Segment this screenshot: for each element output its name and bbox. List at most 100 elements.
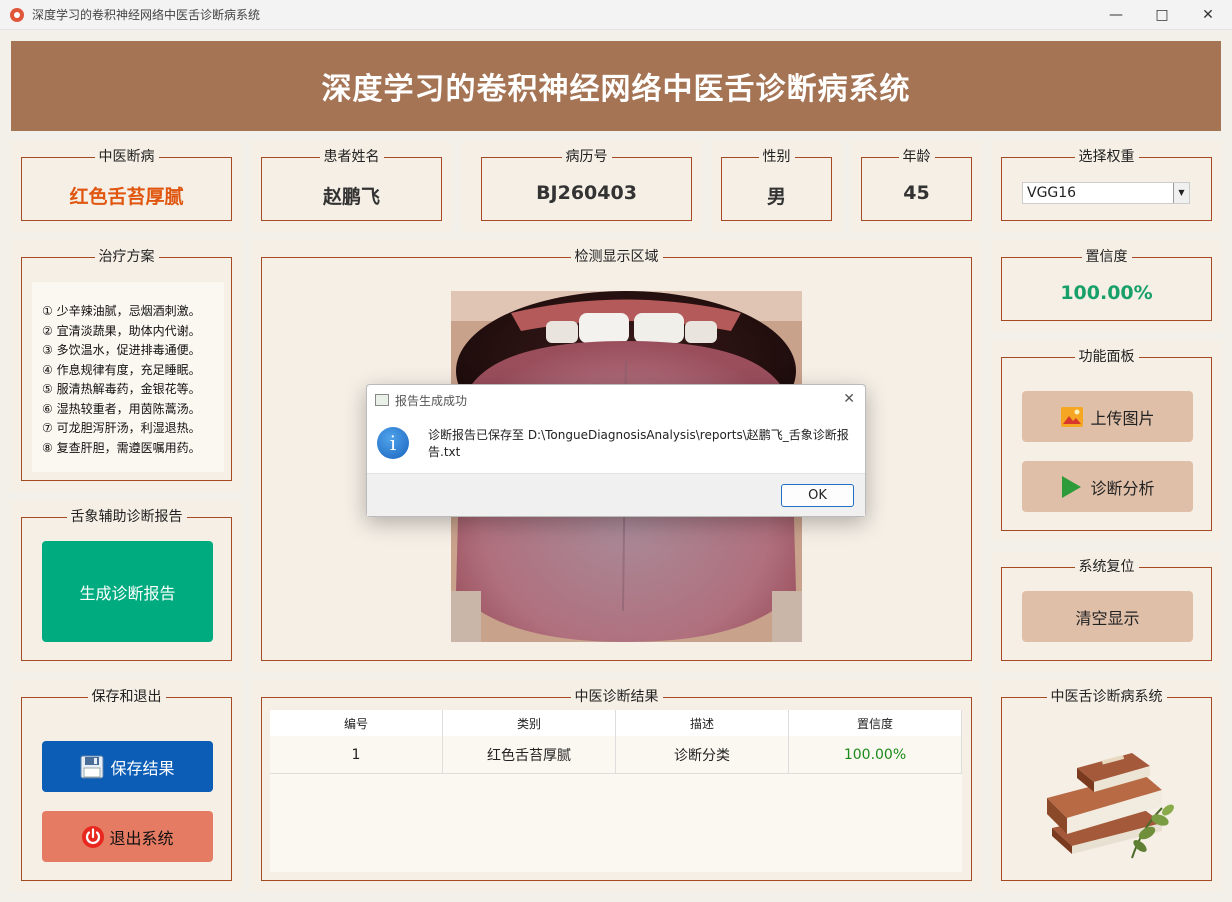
detection-label: 检测显示区域 [570,249,663,265]
functions-label: 功能面板 [1074,349,1139,365]
treatment-item: ④ 作息规律有度，充足睡眠。 [42,362,201,377]
dialog-message: 诊断报告已保存至 D:\TongueDiagnosisAnalysis\repo… [428,428,849,459]
dialog-footer: OK [367,473,865,516]
close-icon[interactable]: ✕ [843,391,855,407]
diagnosis-value: 红色舌苔厚腻 [69,186,184,208]
weights-card: 选择权重 VGG16 ▼ [991,141,1222,231]
exit-system-label: 退出系统 [109,828,174,848]
upload-image-button[interactable]: 上传图片 [1022,391,1193,442]
diagnose-analyze-label: 诊断分析 [1090,478,1155,498]
chevron-down-icon[interactable]: ▼ [1173,183,1189,203]
patient-name-value: 赵鹏飞 [322,186,380,208]
confidence-label: 置信度 [1081,249,1132,265]
treatment-card: 治疗方案 ① 少辛辣油腻，忌烟酒刺激。 ② 宜清淡蔬果，助体内代谢。 ③ 多饮温… [11,241,242,491]
diagnosis-label: 中医断病 [94,149,159,165]
dialog-title: 报告生成成功 [395,393,468,408]
age-card: 年龄 45 [851,141,982,231]
app-icon [10,7,24,22]
record-no-label: 病历号 [561,149,612,165]
dialog-titlebar: 报告生成成功 ✕ [367,385,865,415]
maximize-icon[interactable]: □ [1139,0,1185,30]
record-no-group: 病历号 BJ260403 [481,149,692,221]
save-results-button[interactable]: 保存结果 [42,741,213,792]
confidence-group: 置信度 100.00% [1001,249,1212,321]
clear-display-button[interactable]: 清空显示 [1022,591,1193,642]
functions-group: 功能面板 上传图片 诊断分析 [1001,349,1212,531]
save-exit-card: 保存和退出 保存结果 退出系统 [11,681,242,891]
column-header: 类别 [443,710,616,736]
diagnosis-card: 中医断病 红色舌苔厚腻 [11,141,242,231]
window-titlebar: 深度学习的卷积神经网络中医舌诊断病系统 — □ ✕ [0,0,1232,30]
table-cell: 红色舌苔厚腻 [443,736,616,773]
treatment-list: ① 少辛辣油腻，忌烟酒刺激。 ② 宜清淡蔬果，助体内代谢。 ③ 多饮温水，促进排… [32,282,224,472]
floppy-disk-icon [80,755,104,778]
table-header: 编号 类别 描述 置信度 [270,710,962,736]
reset-label: 系统复位 [1074,559,1139,575]
report-group: 舌象辅助诊断报告 生成诊断报告 [21,509,232,661]
minimize-icon[interactable]: — [1093,0,1139,30]
gender-group: 性别 男 [721,149,832,221]
table-cell: 1 [270,736,443,773]
diagnosis-group: 中医断病 红色舌苔厚腻 [21,149,232,221]
column-header: 描述 [616,710,789,736]
patient-name-card: 患者姓名 赵鹏飞 [251,141,452,231]
age-group: 年龄 45 [861,149,972,221]
save-exit-label: 保存和退出 [87,689,166,705]
report-label: 舌象辅助诊断报告 [66,509,187,525]
books-herb-icon [1047,753,1174,859]
table-row[interactable]: 1 红色舌苔厚腻 诊断分类 100.00% [270,736,962,774]
results-table: 编号 类别 描述 置信度 1 红色舌苔厚腻 诊断分类 100.00% [270,710,962,872]
table-cell: 诊断分类 [616,736,789,773]
header-banner: 深度学习的卷积神经网络中医舌诊断病系统 [11,41,1221,131]
treatment-item: ⑤ 服清热解毒药，金银花等。 [42,382,201,396]
reset-group: 系统复位 清空显示 [1001,559,1212,661]
upload-image-label: 上传图片 [1090,408,1155,428]
treatment-item: ⑧ 复查肝胆，需遵医嘱用药。 [42,440,201,455]
reset-card: 系统复位 清空显示 [991,551,1222,671]
report-card: 舌象辅助诊断报告 生成诊断报告 [11,501,242,671]
treatment-item: ⑥ 湿热较重者，用茵陈蒿汤。 [42,401,201,416]
results-group: 中医诊断结果 编号 类别 描述 置信度 1 红色舌苔厚腻 诊断分类 100.00… [261,689,972,881]
brand-group: 中医舌诊断病系统 [1001,689,1212,881]
page-title: 深度学习的卷积神经网络中医舌诊断病系统 [321,72,911,107]
functions-card: 功能面板 上传图片 诊断分析 [991,341,1222,541]
window-title: 深度学习的卷积神经网络中医舌诊断病系统 [32,8,261,22]
weights-select[interactable]: VGG16 ▼ [1022,182,1190,204]
exit-system-button[interactable]: 退出系统 [42,811,213,862]
confidence-value: 100.00% [1060,282,1153,304]
dialog-body: i 诊断报告已保存至 D:\TongueDiagnosisAnalysis\re… [367,415,865,473]
column-header: 编号 [270,710,443,736]
table-cell: 100.00% [789,736,962,773]
age-value: 45 [903,182,930,204]
report-success-dialog[interactable]: 报告生成成功 ✕ i 诊断报告已保存至 D:\TongueDiagnosisAn… [366,384,866,517]
save-results-label: 保存结果 [110,758,175,778]
power-icon [82,825,105,848]
treatment-label: 治疗方案 [94,249,159,265]
treatment-item: ① 少辛辣油腻，忌烟酒刺激。 [42,304,201,318]
gender-label: 性别 [758,149,795,165]
age-label: 年龄 [898,149,935,165]
brand-label: 中医舌诊断病系统 [1046,689,1167,705]
info-icon: i [377,427,409,459]
confidence-card: 置信度 100.00% [991,241,1222,331]
column-header: 置信度 [789,710,962,736]
record-no-card: 病历号 BJ260403 [461,141,702,231]
weights-selected-value: VGG16 [1027,185,1077,201]
diagnose-analyze-button[interactable]: 诊断分析 [1022,461,1193,512]
gender-value: 男 [766,186,786,208]
ok-button[interactable]: OK [781,484,854,507]
patient-name-label: 患者姓名 [319,149,384,165]
brand-card: 中医舌诊断病系统 [991,681,1222,891]
image-icon [1061,406,1084,427]
close-icon[interactable]: ✕ [1185,0,1231,30]
window-icon [375,394,389,406]
results-card: 中医诊断结果 编号 类别 描述 置信度 1 红色舌苔厚腻 诊断分类 100.00… [251,681,982,891]
generate-report-button[interactable]: 生成诊断报告 [42,541,213,642]
results-label: 中医诊断结果 [570,689,663,705]
play-icon [1062,475,1082,498]
treatment-item: ② 宜清淡蔬果，助体内代谢。 [42,323,201,338]
treatment-item: ⑦ 可龙胆泻肝汤，利湿退热。 [42,421,201,435]
weights-group: 选择权重 VGG16 ▼ [1001,149,1212,221]
weights-label: 选择权重 [1074,149,1139,165]
save-exit-group: 保存和退出 保存结果 退出系统 [21,689,232,881]
